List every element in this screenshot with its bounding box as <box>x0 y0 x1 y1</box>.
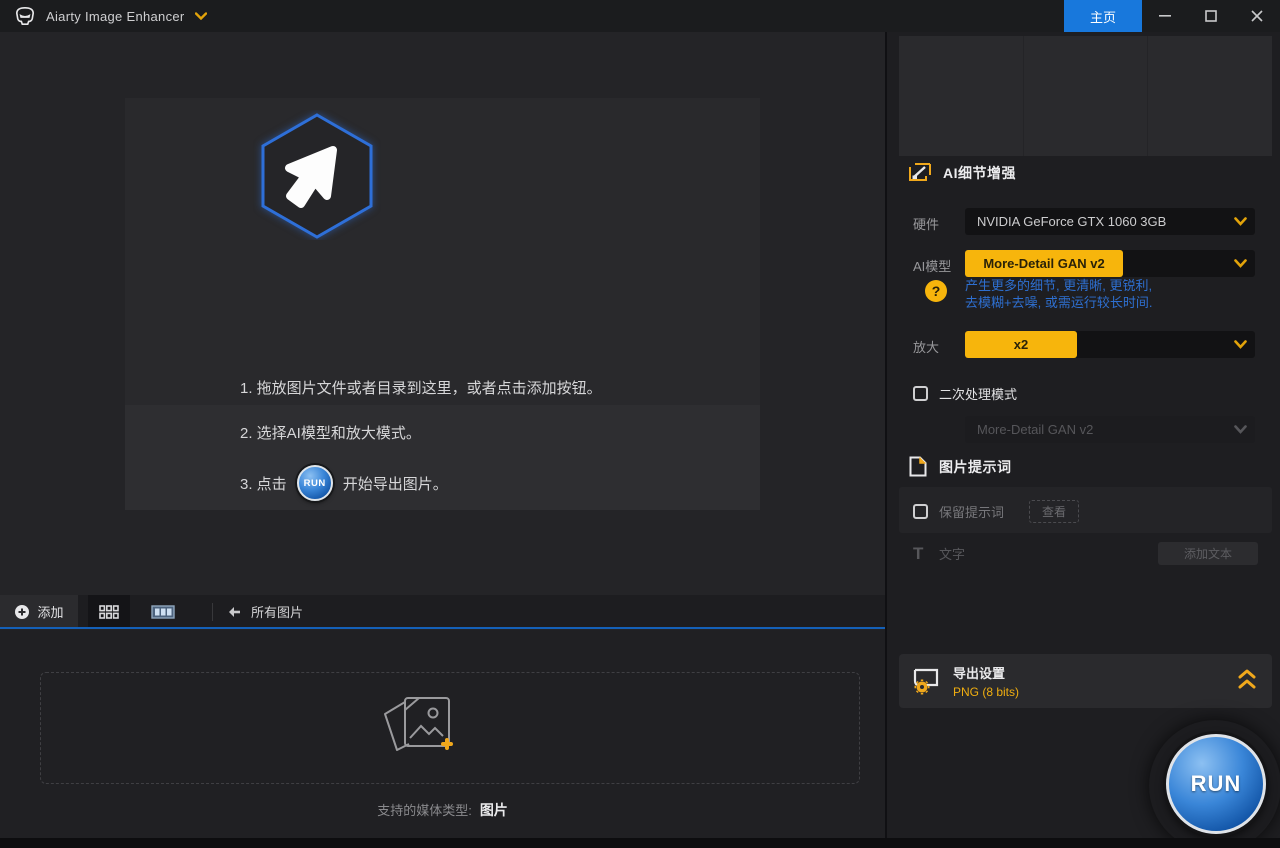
keep-prompt-label: 保留提示词 <box>939 502 1004 521</box>
text-label: 文字 <box>939 544 965 563</box>
secondary-mode-checkbox[interactable] <box>913 386 928 401</box>
run-badge-icon: RUN <box>297 465 333 501</box>
secondary-mode-row: 二次处理模式 <box>913 384 1017 403</box>
run-button[interactable]: RUN <box>1166 734 1266 834</box>
drop-zone[interactable] <box>125 98 760 405</box>
chevron-down-icon <box>1234 340 1247 349</box>
library-toolbar: 添加 所有图片 <box>0 595 885 628</box>
export-settings-icon <box>911 667 941 695</box>
prompt-section-title: 图片提示词 <box>939 457 1012 477</box>
enhance-section-header: AI细节增强 <box>909 163 1016 183</box>
minimize-button[interactable] <box>1142 0 1188 32</box>
model-description-line2: 去模糊+去噪, 或需运行较长时间. <box>965 294 1152 311</box>
all-images-label: 所有图片 <box>251 602 303 621</box>
hardware-dropdown[interactable]: NVIDIA GeForce GTX 1060 3GB <box>965 208 1255 235</box>
text-icon: T <box>913 544 939 564</box>
close-button[interactable] <box>1234 0 1280 32</box>
top-panel-column <box>899 36 1024 156</box>
prompt-page-icon <box>909 456 927 477</box>
secondary-model-dropdown[interactable]: More-Detail GAN v2 <box>965 416 1255 443</box>
upscale-dropdown[interactable]: x2 <box>965 331 1255 358</box>
upscale-value-pill: x2 <box>965 331 1077 358</box>
model-description: 产生更多的细节, 更清晰, 更锐利, 去模糊+去噪, 或需运行较长时间. <box>965 277 1152 311</box>
sidebar-top-panel <box>899 36 1272 156</box>
settings-sidebar: AI细节增强 硬件 NVIDIA GeForce GTX 1060 3GB AI… <box>885 32 1280 838</box>
filmstrip-view-icon <box>151 605 175 619</box>
titlebar: Aiarty Image Enhancer 主页 <box>0 0 1280 32</box>
export-format-value: PNG (8 bits) <box>953 685 1019 699</box>
secondary-model-value: More-Detail GAN v2 <box>977 422 1093 437</box>
chevron-down-icon <box>1234 259 1247 268</box>
ai-model-dropdown[interactable]: More-Detail GAN v2 <box>965 250 1255 277</box>
upscale-label: 放大 <box>913 337 939 356</box>
drop-hexagon-logo-icon <box>253 110 381 240</box>
back-arrow-icon <box>227 606 241 618</box>
toolbar-accent-line <box>0 627 885 629</box>
instruction-step-3-suffix: 开始导出图片。 <box>343 473 448 494</box>
window-controls: 主页 <box>1064 0 1280 32</box>
chevron-down-icon <box>1234 425 1247 434</box>
chevron-down-icon <box>1234 217 1247 226</box>
filmstrip-view-button[interactable] <box>142 595 184 628</box>
prompt-section-header: 图片提示词 <box>909 456 1012 477</box>
bottom-edge-strip <box>0 838 1280 848</box>
model-help-icon[interactable]: ? <box>925 280 947 302</box>
instruction-step-2: 2. 选择AI模型和放大模式。 <box>240 422 421 443</box>
supported-media-label: 支持的媒体类型: <box>377 803 472 818</box>
add-text-button[interactable]: 添加文本 <box>1158 542 1258 565</box>
instruction-step-3: 3. 点击 RUN 开始导出图片。 <box>240 462 448 504</box>
top-panel-column <box>1024 36 1149 156</box>
secondary-mode-label: 二次处理模式 <box>939 384 1017 403</box>
export-settings-bar[interactable]: 导出设置 PNG (8 bits) <box>899 654 1272 708</box>
keep-prompt-row: 保留提示词 查看 <box>913 500 1079 523</box>
text-overlay-row: T 文字 添加文本 <box>913 542 1258 565</box>
preview-area: 1. 拖放图片文件或者目录到这里，或者点击添加按钮。 2. 选择AI模型和放大模… <box>0 32 885 595</box>
hardware-value: NVIDIA GeForce GTX 1060 3GB <box>977 214 1166 229</box>
ai-model-value-pill: More-Detail GAN v2 <box>965 250 1123 277</box>
grid-view-button[interactable] <box>88 595 130 628</box>
supported-media-caption: 支持的媒体类型: 图片 <box>0 800 885 820</box>
export-settings-title: 导出设置 <box>953 663 1019 682</box>
collapse-chevron-up-icon[interactable] <box>1238 668 1256 690</box>
export-texts: 导出设置 PNG (8 bits) <box>953 663 1019 699</box>
hardware-label: 硬件 <box>913 214 939 233</box>
app-window: Aiarty Image Enhancer 主页 1. 拖放图片文件或者目录到这… <box>0 0 1280 848</box>
model-description-line1: 产生更多的细节, 更清晰, 更锐利, <box>965 277 1152 294</box>
import-panel: 支持的媒体类型: 图片 <box>0 630 885 838</box>
add-images-icon[interactable] <box>375 688 465 766</box>
app-logo-icon <box>14 6 36 26</box>
ai-enhance-icon <box>909 163 931 183</box>
view-prompt-button[interactable]: 查看 <box>1029 500 1079 523</box>
add-button-label: 添加 <box>37 602 63 621</box>
ai-model-label: AI模型 <box>913 256 951 275</box>
home-button[interactable]: 主页 <box>1064 0 1142 32</box>
app-title: Aiarty Image Enhancer <box>46 9 185 24</box>
enhance-section-title: AI细节增强 <box>943 163 1016 183</box>
instruction-step-1: 1. 拖放图片文件或者目录到这里，或者点击添加按钮。 <box>240 377 602 398</box>
grid-view-icon <box>99 605 119 619</box>
toolbar-divider <box>212 603 213 621</box>
all-images-button[interactable]: 所有图片 <box>227 602 303 621</box>
top-panel-column <box>1148 36 1272 156</box>
instruction-step-3-prefix: 3. 点击 <box>240 473 287 494</box>
title-dropdown-caret-icon[interactable] <box>195 12 207 20</box>
supported-media-value: 图片 <box>480 802 508 818</box>
keep-prompt-checkbox[interactable] <box>913 504 928 519</box>
maximize-button[interactable] <box>1188 0 1234 32</box>
add-plus-icon <box>14 604 30 620</box>
add-button[interactable]: 添加 <box>0 595 78 628</box>
